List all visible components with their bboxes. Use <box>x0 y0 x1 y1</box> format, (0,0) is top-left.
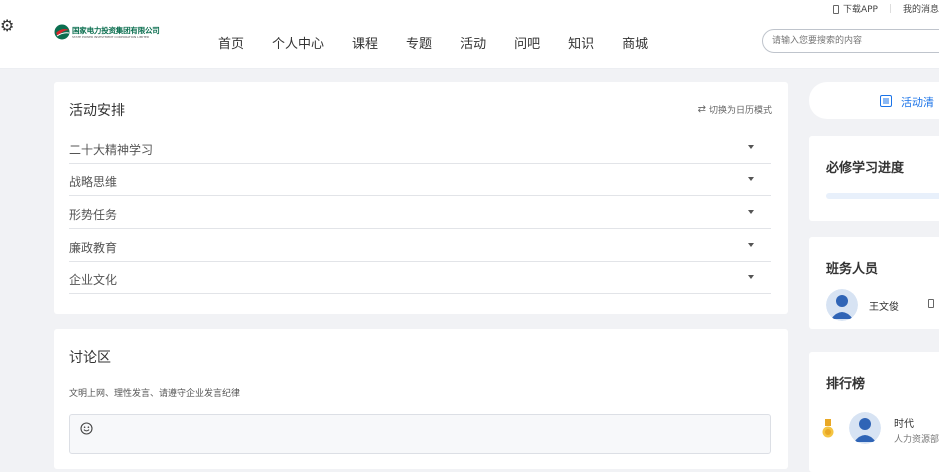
switch-calendar-button[interactable]: ⇄ 切换为日历模式 <box>698 103 772 116</box>
search-input[interactable]: 请输入您要搜索的内容 <box>762 29 939 53</box>
activity-list-button[interactable]: 活动清 <box>809 82 939 119</box>
staff-name: 王文俊 <box>869 302 899 313</box>
phone-icon[interactable] <box>928 299 934 308</box>
schedule-item-label: 战略思维 <box>69 175 118 189</box>
download-app-link[interactable]: 下载APP <box>832 2 878 15</box>
discussion-hint: 文明上网、理性发言、请遵守企业发言纪律 <box>69 389 241 399</box>
logo-text: 国家电力投资集团有限公司 <box>72 25 160 35</box>
list-icon <box>880 95 892 107</box>
progress-card: 必修学习进度 <box>809 136 939 221</box>
schedule-card: 活动安排 ⇄ 切换为日历模式 二十大精神学习 战略思维 形势任务 廉政教育 企业文… <box>54 82 788 314</box>
nav-item-qa[interactable]: 问吧 <box>514 33 540 52</box>
top-strip: 下载APP 我的消息 <box>0 0 939 16</box>
activity-list-label: 活动清 <box>901 96 934 109</box>
schedule-item-label: 廉政教育 <box>69 241 118 255</box>
swap-icon: ⇄ <box>697 104 706 115</box>
nav-item-personal-center[interactable]: 个人中心 <box>272 33 324 52</box>
nav-item-knowledge[interactable]: 知识 <box>568 33 594 52</box>
staff-card: 班务人员 王文俊 <box>809 237 939 329</box>
avatar[interactable] <box>826 289 858 321</box>
rank-name: 时代 <box>894 419 914 430</box>
schedule-item-label: 二十大精神学习 <box>69 143 154 157</box>
chevron-down-icon <box>748 243 754 247</box>
chevron-down-icon <box>748 275 754 279</box>
chevron-down-icon <box>748 177 754 181</box>
chevron-down-icon <box>748 210 754 214</box>
chevron-down-icon <box>748 145 754 149</box>
avatar[interactable] <box>849 412 881 444</box>
nav-item-home[interactable]: 首页 <box>218 33 244 52</box>
progress-title: 必修学习进度 <box>826 161 905 176</box>
progress-bar <box>826 193 939 199</box>
logo-subtext: STATE POWER INVESTMENT CORPORATION LIMIT… <box>72 34 150 39</box>
header: 国家电力投资集团有限公司 STATE POWER INVESTMENT CORP… <box>0 16 939 69</box>
comment-input[interactable] <box>69 414 771 454</box>
schedule-item-label: 企业文化 <box>69 273 118 287</box>
company-logo-icon <box>54 24 70 40</box>
download-app-label: 下载APP <box>842 4 878 15</box>
ranking-card: 排行榜 时代 人力资源部 <box>809 352 939 472</box>
divider <box>889 3 891 13</box>
settings-icon[interactable]: ⚙ <box>0 16 14 35</box>
nav-item-topics[interactable]: 专题 <box>406 33 432 52</box>
discussion-card: 讨论区 文明上网、理性发言、请遵守企业发言纪律 <box>54 329 788 469</box>
schedule-title: 活动安排 <box>69 103 125 119</box>
top-links: 下载APP 我的消息 <box>832 0 939 16</box>
rank-department: 人力资源部 <box>894 435 939 445</box>
main-nav: 首页 个人中心 课程 专题 活动 问吧 知识 商城 <box>218 16 676 68</box>
user-avatar-icon <box>826 289 858 321</box>
schedule-item[interactable]: 企业文化 <box>69 262 771 294</box>
schedule-item[interactable]: 形势任务 <box>69 197 771 229</box>
logo[interactable]: 国家电力投资集团有限公司 STATE POWER INVESTMENT CORP… <box>54 24 160 40</box>
user-avatar-icon <box>849 412 881 444</box>
switch-calendar-label: 切换为日历模式 <box>708 106 772 116</box>
smiley-icon[interactable] <box>80 422 93 435</box>
schedule-item-label: 形势任务 <box>69 208 118 222</box>
discussion-title: 讨论区 <box>69 350 111 366</box>
staff-title: 班务人员 <box>826 262 879 277</box>
nav-item-courses[interactable]: 课程 <box>352 33 378 52</box>
ranking-title: 排行榜 <box>826 377 866 392</box>
nav-item-mall[interactable]: 商城 <box>622 33 648 52</box>
medal-icon <box>822 419 834 438</box>
phone-icon <box>832 4 839 14</box>
nav-item-activities[interactable]: 活动 <box>460 33 486 52</box>
schedule-item[interactable]: 战略思维 <box>69 164 771 196</box>
messages-link[interactable]: 我的消息 <box>903 2 939 15</box>
schedule-item[interactable]: 二十大精神学习 <box>69 132 771 164</box>
schedule-item[interactable]: 廉政教育 <box>69 230 771 262</box>
